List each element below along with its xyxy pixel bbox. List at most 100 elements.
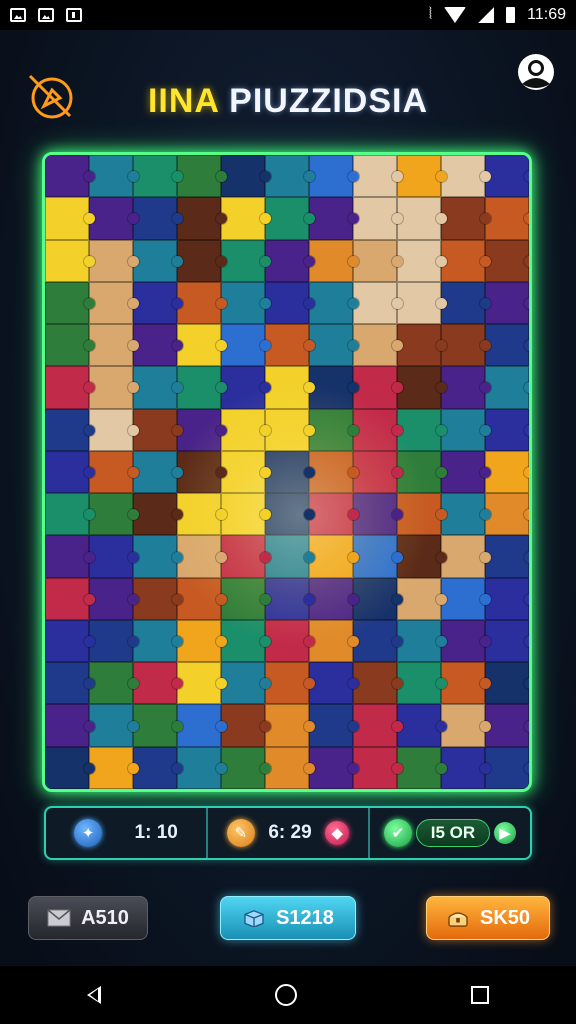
puzzle-piece[interactable] bbox=[265, 324, 315, 367]
puzzle-piece[interactable] bbox=[221, 746, 271, 789]
puzzle-piece[interactable] bbox=[221, 704, 271, 747]
puzzle-piece[interactable] bbox=[309, 619, 359, 663]
puzzle-piece[interactable] bbox=[177, 366, 227, 409]
puzzle-piece[interactable] bbox=[45, 662, 95, 705]
puzzle-piece[interactable] bbox=[397, 155, 447, 198]
puzzle-piece[interactable] bbox=[485, 746, 529, 789]
puzzle-piece[interactable] bbox=[177, 155, 227, 198]
puzzle-piece[interactable] bbox=[45, 408, 95, 451]
puzzle-piece[interactable] bbox=[221, 450, 271, 494]
puzzle-piece[interactable] bbox=[133, 366, 183, 409]
puzzle-piece[interactable] bbox=[177, 197, 227, 240]
puzzle-piece[interactable] bbox=[177, 281, 227, 325]
puzzle-piece[interactable] bbox=[441, 704, 491, 747]
puzzle-piece[interactable] bbox=[221, 324, 271, 367]
puzzle-piece[interactable] bbox=[441, 155, 491, 198]
puzzle-piece[interactable] bbox=[353, 324, 403, 367]
puzzle-piece[interactable] bbox=[45, 619, 95, 663]
puzzle-piece[interactable] bbox=[89, 662, 139, 705]
puzzle-piece[interactable] bbox=[89, 366, 139, 409]
puzzle-piece[interactable] bbox=[353, 239, 403, 282]
puzzle-piece[interactable] bbox=[485, 619, 529, 663]
puzzle-piece[interactable] bbox=[221, 366, 271, 409]
mail-button[interactable]: A510 bbox=[28, 896, 148, 940]
puzzle-piece[interactable] bbox=[485, 366, 529, 409]
puzzle-piece[interactable] bbox=[265, 408, 315, 451]
puzzle-piece[interactable] bbox=[133, 450, 183, 494]
puzzle-piece[interactable] bbox=[221, 155, 271, 198]
recent-apps-icon[interactable] bbox=[471, 986, 489, 1004]
puzzle-piece[interactable] bbox=[485, 197, 529, 240]
puzzle-piece[interactable] bbox=[133, 746, 183, 789]
puzzle-piece[interactable] bbox=[177, 239, 227, 282]
puzzle-piece[interactable] bbox=[45, 746, 95, 789]
puzzle-piece[interactable] bbox=[221, 577, 271, 620]
puzzle-piece[interactable] bbox=[45, 197, 95, 240]
puzzle-piece[interactable] bbox=[397, 281, 447, 325]
puzzle-piece[interactable] bbox=[177, 535, 227, 578]
puzzle-piece[interactable] bbox=[397, 450, 447, 494]
puzzle-piece[interactable] bbox=[265, 366, 315, 409]
puzzle-piece[interactable] bbox=[265, 535, 315, 578]
puzzle-piece[interactable] bbox=[89, 746, 139, 789]
puzzle-piece[interactable] bbox=[353, 408, 403, 451]
puzzle-piece[interactable] bbox=[177, 324, 227, 367]
puzzle-piece[interactable] bbox=[485, 493, 529, 536]
gem-icon[interactable]: ◆ bbox=[325, 821, 350, 845]
puzzle-piece[interactable] bbox=[133, 535, 183, 578]
puzzle-piece[interactable] bbox=[221, 408, 271, 451]
puzzle-piece[interactable] bbox=[309, 281, 359, 325]
puzzle-piece[interactable] bbox=[177, 577, 227, 620]
puzzle-piece[interactable] bbox=[397, 619, 447, 663]
puzzle-piece[interactable] bbox=[441, 577, 491, 620]
puzzle-piece[interactable] bbox=[397, 408, 447, 451]
puzzle-piece[interactable] bbox=[45, 324, 95, 367]
puzzle-piece[interactable] bbox=[45, 493, 95, 536]
puzzle-piece[interactable] bbox=[353, 535, 403, 578]
puzzle-piece[interactable] bbox=[309, 366, 359, 409]
puzzle-piece[interactable] bbox=[397, 704, 447, 747]
puzzle-piece[interactable] bbox=[309, 577, 359, 620]
puzzle-piece[interactable] bbox=[309, 197, 359, 240]
puzzle-piece[interactable] bbox=[353, 366, 403, 409]
puzzle-piece[interactable] bbox=[441, 239, 491, 282]
puzzle-piece[interactable] bbox=[353, 281, 403, 325]
back-icon[interactable] bbox=[87, 986, 101, 1004]
puzzle-piece[interactable] bbox=[485, 324, 529, 367]
puzzle-piece[interactable] bbox=[133, 662, 183, 705]
puzzle-piece[interactable] bbox=[353, 746, 403, 789]
puzzle-piece[interactable] bbox=[89, 577, 139, 620]
puzzle-piece[interactable] bbox=[397, 324, 447, 367]
puzzle-piece[interactable] bbox=[177, 408, 227, 451]
puzzle-piece[interactable] bbox=[485, 662, 529, 705]
puzzle-piece[interactable] bbox=[221, 281, 271, 325]
puzzle-piece[interactable] bbox=[353, 155, 403, 198]
puzzle-piece[interactable] bbox=[441, 619, 491, 663]
puzzle-piece[interactable] bbox=[441, 197, 491, 240]
puzzle-piece[interactable] bbox=[177, 704, 227, 747]
puzzle-piece[interactable] bbox=[353, 662, 403, 705]
puzzle-piece[interactable] bbox=[309, 746, 359, 789]
puzzle-piece[interactable] bbox=[133, 577, 183, 620]
puzzle-piece[interactable] bbox=[89, 493, 139, 536]
puzzle-piece[interactable] bbox=[309, 324, 359, 367]
puzzle-piece[interactable] bbox=[221, 662, 271, 705]
puzzle-piece[interactable] bbox=[265, 450, 315, 494]
puzzle-piece[interactable] bbox=[397, 366, 447, 409]
puzzle-piece[interactable] bbox=[89, 197, 139, 240]
puzzle-piece[interactable] bbox=[177, 662, 227, 705]
puzzle-piece[interactable] bbox=[89, 619, 139, 663]
puzzle-piece[interactable] bbox=[221, 493, 271, 536]
puzzle-piece[interactable] bbox=[265, 493, 315, 536]
puzzle-piece[interactable] bbox=[177, 493, 227, 536]
puzzle-piece[interactable] bbox=[89, 408, 139, 451]
puzzle-piece[interactable] bbox=[485, 281, 529, 325]
puzzle-piece[interactable] bbox=[441, 746, 491, 789]
puzzle-piece[interactable] bbox=[485, 155, 529, 198]
puzzle-piece[interactable] bbox=[441, 493, 491, 536]
puzzle-piece[interactable] bbox=[485, 239, 529, 282]
puzzle-piece[interactable] bbox=[221, 239, 271, 282]
puzzle-piece[interactable] bbox=[221, 197, 271, 240]
puzzle-piece[interactable] bbox=[45, 239, 95, 282]
puzzle-piece[interactable] bbox=[89, 155, 139, 198]
